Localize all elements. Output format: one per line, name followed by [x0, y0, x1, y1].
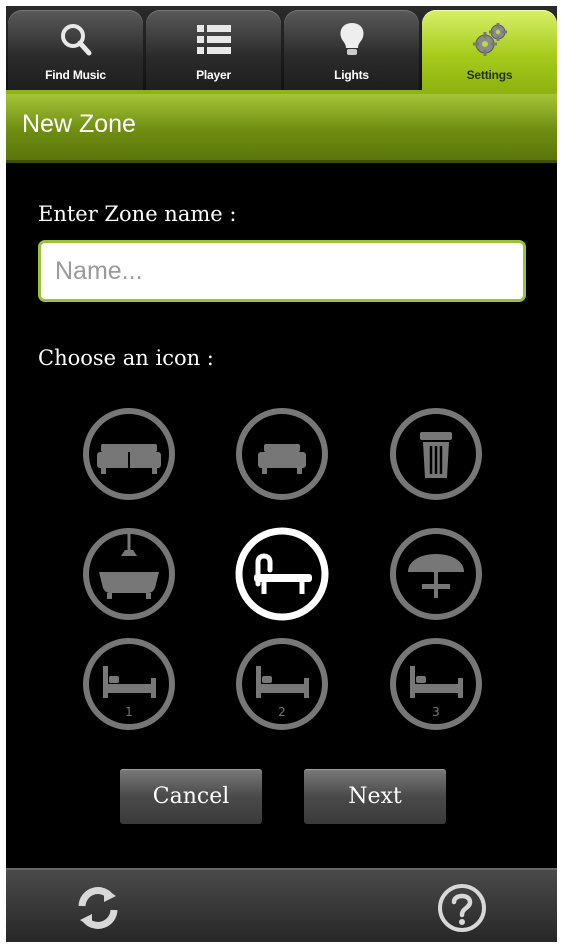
choose-icon-label: Choose an icon : — [38, 346, 214, 370]
refresh-icon[interactable] — [72, 882, 124, 934]
parasol-table-icon — [390, 528, 482, 620]
gears-icon — [472, 23, 507, 56]
zone-icon-bed-3[interactable]: 3 — [388, 636, 484, 732]
zone-name-input[interactable] — [38, 240, 526, 302]
bed-2-icon: 2 — [236, 638, 328, 730]
bed-number: 3 — [432, 705, 440, 719]
search-icon — [60, 24, 91, 56]
help-icon[interactable] — [436, 882, 488, 934]
list-icon — [196, 25, 231, 54]
tab-find-music[interactable]: Find Music — [8, 10, 143, 90]
zone-icon-parasol-table[interactable] — [388, 526, 484, 622]
bottom-bar — [6, 868, 557, 942]
tab-label: Lights — [334, 68, 369, 82]
tab-settings[interactable]: Settings — [422, 10, 557, 90]
bed-3-icon: 3 — [390, 638, 482, 730]
cancel-button[interactable]: Cancel — [120, 769, 262, 824]
small-sofa-icon — [236, 408, 328, 500]
tab-bar: Find Music Player Lights Settings — [6, 6, 557, 90]
tab-player[interactable]: Player — [146, 10, 281, 90]
tab-lights[interactable]: Lights — [284, 10, 419, 90]
zone-icon-sofa[interactable] — [81, 406, 177, 502]
zone-icon-trash-bin[interactable] — [388, 406, 484, 502]
sofa-icon — [83, 408, 175, 500]
tab-label: Find Music — [45, 68, 106, 82]
zone-name-label: Enter Zone name : — [38, 202, 237, 226]
zone-icon-bathtub[interactable] — [81, 526, 177, 622]
title-bar: New Zone — [6, 94, 557, 163]
bathtub-icon — [83, 528, 175, 620]
trash-bin-icon — [390, 408, 482, 500]
zone-icon-lounger[interactable] — [234, 526, 330, 622]
lounger-icon — [235, 527, 329, 621]
next-button[interactable]: Next — [304, 769, 446, 824]
zone-icon-bed-2[interactable]: 2 — [234, 636, 330, 732]
lightbulb-icon — [339, 23, 364, 55]
zone-icon-small-sofa[interactable] — [234, 406, 330, 502]
app-screen: Find Music Player Lights Settings New Zo… — [6, 6, 557, 942]
tab-label: Player — [196, 68, 231, 82]
bed-number: 1 — [125, 705, 133, 719]
zone-icon-bed-1[interactable]: 1 — [81, 636, 177, 732]
bed-number: 2 — [278, 705, 286, 719]
page-title: New Zone — [22, 110, 136, 138]
tab-label: Settings — [466, 68, 513, 82]
bed-1-icon: 1 — [83, 638, 175, 730]
